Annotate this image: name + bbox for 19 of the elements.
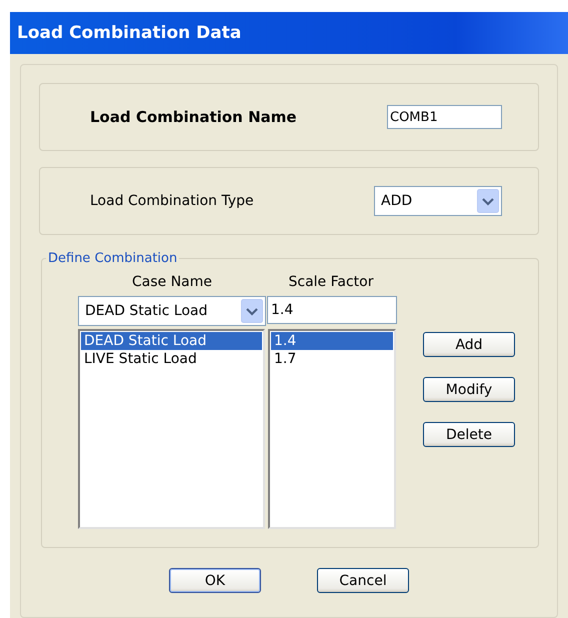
type-label: Load Combination Type	[90, 193, 254, 209]
scale-factor-field[interactable]: 1.4	[267, 296, 397, 324]
dialog-button[interactable]: OK	[169, 568, 261, 593]
column-header: Scale Factor	[288, 274, 374, 290]
name-label: Load Combination Name	[90, 108, 297, 126]
list-item[interactable]: 1.4	[271, 332, 393, 350]
action-button[interactable]: Modify	[423, 377, 515, 402]
case-dropdown[interactable]: DEAD Static Load	[78, 296, 266, 326]
action-button[interactable]: Add	[423, 332, 515, 357]
group-legend: Define Combination	[46, 251, 180, 266]
list-item[interactable]: 1.7	[271, 350, 393, 368]
name-input-field[interactable]: COMB1	[387, 105, 502, 129]
action-button[interactable]: Delete	[423, 422, 515, 447]
window-title: Load Combination Data	[10, 12, 568, 54]
dialog-button[interactable]: Cancel	[317, 568, 409, 593]
type-dropdown[interactable]: ADD	[374, 186, 502, 216]
list-item[interactable]: LIVE Static Load	[81, 350, 262, 368]
list-item[interactable]: DEAD Static Load	[81, 332, 262, 350]
column-header: Case Name	[130, 274, 213, 290]
